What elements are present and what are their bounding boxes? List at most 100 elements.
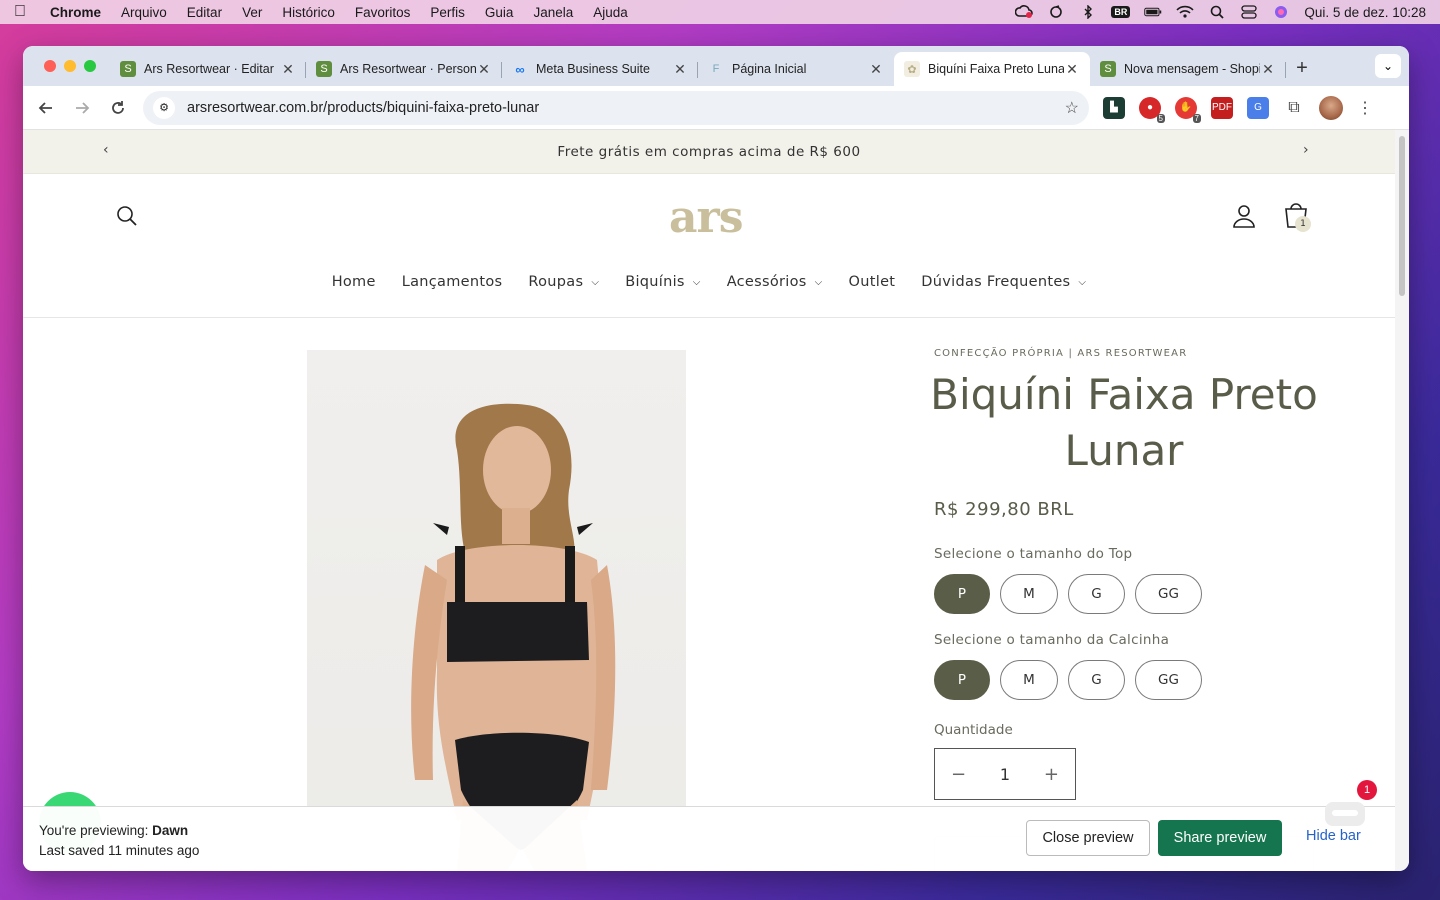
account-icon[interactable] xyxy=(1233,204,1255,232)
browser-toolbar: ⚙ arsresortwear.com.br/products/biquini-… xyxy=(23,86,1409,130)
store-page: ‹ Frete grátis em compras acima de R$ 60… xyxy=(23,130,1395,871)
extension-translate-icon[interactable]: G xyxy=(1247,96,1269,119)
chat-bubble-icon[interactable] xyxy=(1315,798,1369,828)
menu-historico[interactable]: Histórico xyxy=(272,5,345,20)
product-image[interactable] xyxy=(307,350,686,871)
back-arrow-icon[interactable] xyxy=(35,97,57,119)
page-scrollbar[interactable] xyxy=(1395,130,1409,871)
top-size-m[interactable]: M xyxy=(1000,574,1058,614)
bottom-size-gg[interactable]: GG xyxy=(1135,660,1202,700)
shopify-icon: S xyxy=(316,61,332,77)
chevron-down-icon: ⌵ xyxy=(1078,276,1087,288)
profile-avatar[interactable] xyxy=(1319,95,1343,120)
wifi-icon[interactable] xyxy=(1176,5,1194,19)
nav-lancamentos[interactable]: Lançamentos xyxy=(389,274,516,290)
more-menu-icon[interactable]: ⋮ xyxy=(1357,98,1373,118)
tab-meta-business-suite[interactable]: ∞ Meta Business Suite ✕ xyxy=(502,52,698,86)
menu-editar[interactable]: Editar xyxy=(177,5,232,20)
close-tab-icon[interactable]: ✕ xyxy=(868,61,884,78)
bluetooth-icon[interactable] xyxy=(1079,5,1097,19)
page-icon: F xyxy=(712,63,720,75)
announcement-next-chevron-icon[interactable]: › xyxy=(1303,142,1309,158)
nav-duvidas-frequentes[interactable]: Dúvidas Frequentes ⌵ xyxy=(908,274,1099,290)
spotlight-search-icon[interactable] xyxy=(1208,5,1226,19)
close-tab-icon[interactable]: ✕ xyxy=(1064,61,1080,78)
extension-bookmark-icon[interactable]: ▙ xyxy=(1103,96,1125,119)
menu-perfis[interactable]: Perfis xyxy=(420,5,475,20)
menu-janela[interactable]: Janela xyxy=(523,5,583,20)
nav-biquinis[interactable]: Biquínis ⌵ xyxy=(612,274,713,290)
chat-notification-badge: 1 xyxy=(1357,780,1377,800)
scrollbar-thumb[interactable] xyxy=(1399,136,1405,296)
menu-ver[interactable]: Ver xyxy=(232,5,272,20)
top-size-g[interactable]: G xyxy=(1068,574,1125,614)
chevron-down-icon: ⌵ xyxy=(591,276,600,288)
nav-home[interactable]: Home xyxy=(319,274,389,290)
apple-icon[interactable]:  xyxy=(0,3,40,21)
decrease-quantity-button[interactable]: − xyxy=(951,764,966,785)
control-center-icon[interactable] xyxy=(1240,5,1258,19)
close-window-button[interactable] xyxy=(44,60,56,72)
store-logo[interactable]: ars xyxy=(669,192,743,243)
announcement-bar: ‹ Frete grátis em compras acima de R$ 60… xyxy=(23,130,1395,174)
creative-cloud-icon[interactable] xyxy=(1015,5,1034,19)
chevron-down-icon: ⌵ xyxy=(814,276,823,288)
top-size-p[interactable]: P xyxy=(934,574,990,614)
nav-outlet[interactable]: Outlet xyxy=(836,274,909,290)
increase-quantity-button[interactable]: + xyxy=(1044,764,1059,785)
quantity-value[interactable]: 1 xyxy=(1000,765,1010,784)
siri-icon[interactable] xyxy=(1272,5,1290,19)
theme-name: Dawn xyxy=(152,823,189,838)
forward-arrow-icon[interactable] xyxy=(71,97,93,119)
extension-pdf-icon[interactable]: PDF xyxy=(1211,96,1233,119)
close-tab-icon[interactable]: ✕ xyxy=(476,61,492,78)
site-info-icon[interactable]: ⚙ xyxy=(153,96,175,119)
reload-icon[interactable] xyxy=(107,97,129,119)
meta-icon: ∞ xyxy=(515,61,525,77)
window-controls xyxy=(23,60,110,72)
hide-bar-link[interactable]: Hide bar xyxy=(1306,828,1361,844)
extension-adblock-icon[interactable]: ✋ 7 xyxy=(1175,96,1201,123)
tab-search-chevron-icon[interactable]: ⌄ xyxy=(1375,54,1401,78)
battery-icon[interactable] xyxy=(1144,5,1162,19)
zoom-window-button[interactable] xyxy=(84,60,96,72)
new-tab-button[interactable]: + xyxy=(1286,57,1318,80)
keyboard-input-badge[interactable]: BR xyxy=(1111,6,1131,18)
menu-ajuda[interactable]: Ajuda xyxy=(583,5,638,20)
sync-icon[interactable] xyxy=(1047,5,1065,19)
announcement-prev-chevron-icon[interactable]: ‹ xyxy=(103,142,109,158)
bookmark-star-icon[interactable]: ☆ xyxy=(1065,98,1079,118)
address-bar[interactable]: ⚙ arsresortwear.com.br/products/biquini-… xyxy=(143,90,1089,125)
menu-guia[interactable]: Guia xyxy=(475,5,524,20)
menubar-clock[interactable]: Qui. 5 de dez. 10:28 xyxy=(1304,5,1426,20)
top-size-gg[interactable]: GG xyxy=(1135,574,1202,614)
nav-roupas[interactable]: Roupas ⌵ xyxy=(515,274,612,290)
close-tab-icon[interactable]: ✕ xyxy=(1260,61,1276,78)
shopify-icon: S xyxy=(1100,61,1116,77)
menu-app-chrome[interactable]: Chrome xyxy=(40,5,111,20)
tab-ars-personalizar[interactable]: S Ars Resortwear · Personalizar ✕ xyxy=(306,52,502,86)
shopify-icon: S xyxy=(120,61,136,77)
product-vendor: CONFECÇÃO PRÓPRIA | ARS RESORTWEAR xyxy=(934,348,1188,359)
cart-count-badge: 1 xyxy=(1295,216,1311,232)
extensions-puzzle-icon[interactable]: ⧉ xyxy=(1283,97,1305,119)
menu-arquivo[interactable]: Arquivo xyxy=(111,5,177,20)
bottom-size-m[interactable]: M xyxy=(1000,660,1058,700)
nav-acessorios[interactable]: Acessórios ⌵ xyxy=(714,274,836,290)
macos-menubar:  Chrome Arquivo Editar Ver Histórico Fa… xyxy=(0,0,1440,24)
minimize-window-button[interactable] xyxy=(64,60,76,72)
tab-pagina-inicial[interactable]: F Página Inicial ✕ xyxy=(698,52,894,86)
url-text[interactable]: arsresortwear.com.br/products/biquini-fa… xyxy=(187,100,1065,116)
tab-biquini-faixa[interactable]: ✿ Biquíni Faixa Preto Lunar ✕ xyxy=(894,52,1090,86)
close-preview-button[interactable]: Close preview xyxy=(1026,820,1150,856)
share-preview-button[interactable]: Share preview xyxy=(1158,820,1282,856)
menu-favoritos[interactable]: Favoritos xyxy=(345,5,421,20)
bottom-size-g[interactable]: G xyxy=(1068,660,1125,700)
close-tab-icon[interactable]: ✕ xyxy=(672,61,688,78)
close-tab-icon[interactable]: ✕ xyxy=(280,61,296,78)
bottom-size-p[interactable]: P xyxy=(934,660,990,700)
extension-red-icon[interactable]: ● 5 xyxy=(1139,96,1165,123)
search-icon[interactable] xyxy=(115,204,139,228)
tab-ars-editar[interactable]: S Ars Resortwear · Editar ✕ xyxy=(110,52,306,86)
tab-nova-mensagem[interactable]: S Nova mensagem - Shopify ✕ xyxy=(1090,52,1286,86)
